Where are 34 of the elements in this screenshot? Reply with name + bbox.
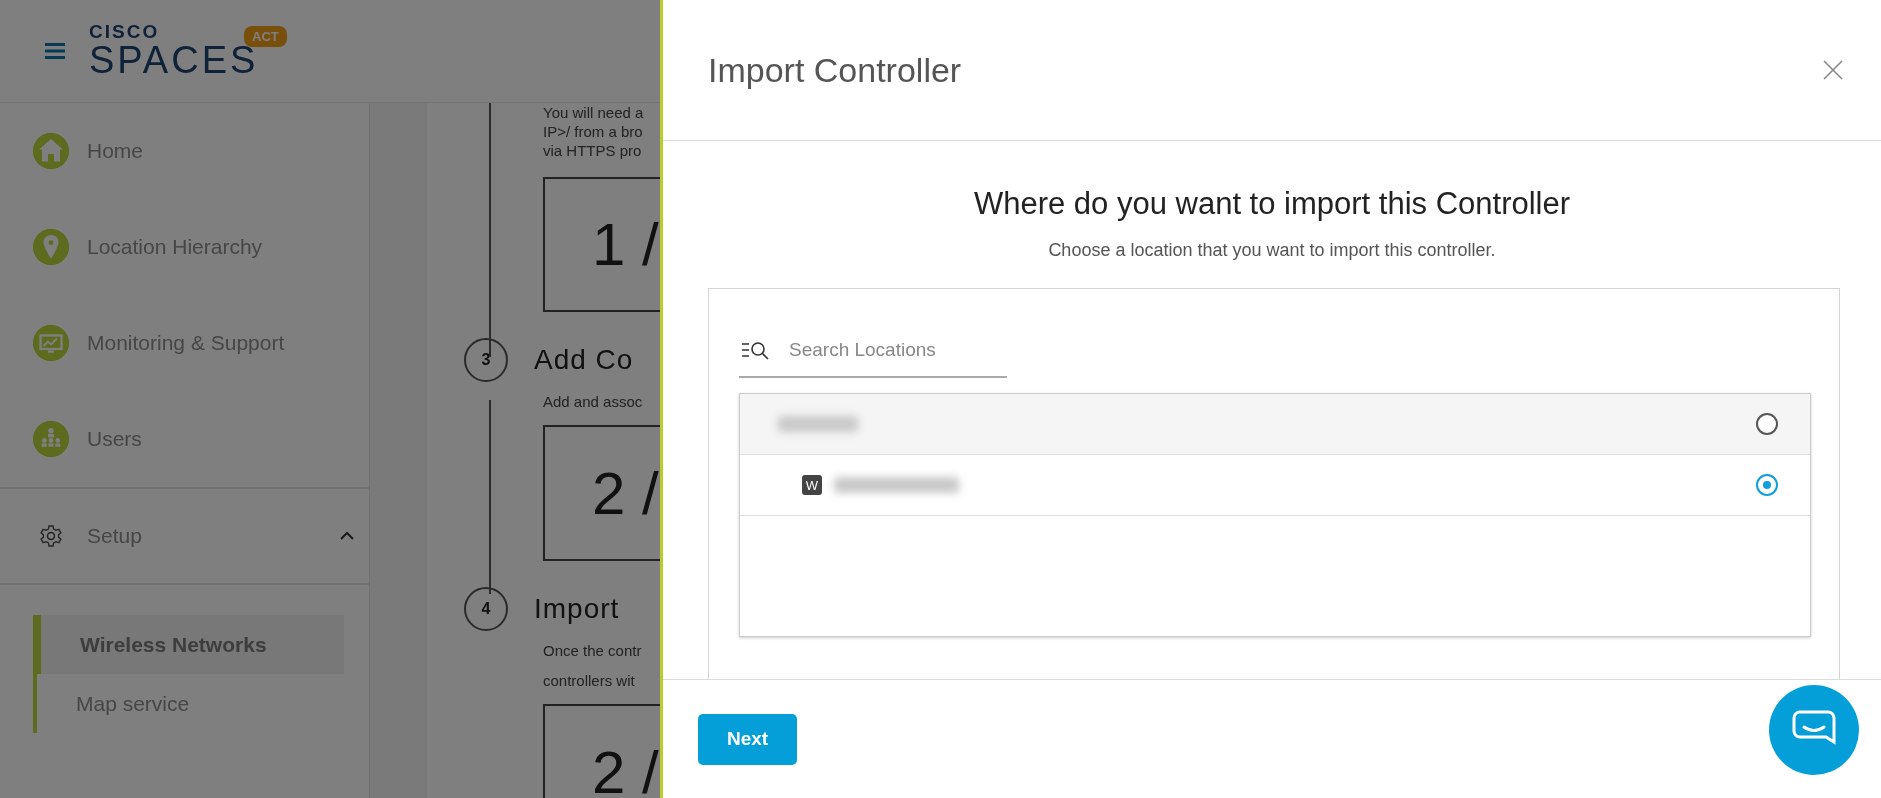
nav-item[interactable]: Location Hierarchy <box>87 235 263 259</box>
close-icon[interactable] <box>1822 59 1844 81</box>
dialog-heading: Where do you want to import this Controller <box>973 186 1571 222</box>
nav-item[interactable]: Monitoring & Support <box>87 331 285 355</box>
nav-item[interactable]: Home <box>87 139 144 163</box>
step-text: controllers wit <box>543 671 636 691</box>
step-text: You will need a <box>543 103 645 122</box>
settings-icon <box>39 524 63 548</box>
nav-subitem[interactable]: Map service <box>33 674 344 733</box>
menu-icon[interactable] <box>45 43 65 59</box>
step-number: 3 <box>464 338 508 382</box>
radio-button[interactable] <box>1756 474 1778 496</box>
step-text: Add and assoc <box>543 392 644 412</box>
chevron-icon[interactable] <box>339 531 355 541</box>
step-text: via HTTPS pro <box>543 141 643 160</box>
step-number: 4 <box>464 587 508 631</box>
nav-section[interactable]: Setup <box>87 524 315 548</box>
step-text: Once the contr <box>543 641 643 661</box>
nav-item[interactable]: Users <box>87 427 142 451</box>
type-badge: W <box>802 475 822 495</box>
monitor-icon <box>33 325 69 361</box>
dialog-subtitle: Choose a location that you want to import this controller. <box>1048 240 1496 261</box>
edition-badge: ACT <box>244 25 287 47</box>
dialog-title: Import Controller <box>708 50 962 90</box>
next-button[interactable]: Next <box>698 713 797 765</box>
search-field[interactable]: Search Locations <box>787 338 991 362</box>
search-icon <box>741 339 771 361</box>
radio-button[interactable] <box>1756 413 1778 435</box>
step-title: Add Co <box>534 344 634 376</box>
users-icon <box>33 421 69 457</box>
step-title: Import <box>534 593 620 625</box>
home-icon <box>33 133 69 169</box>
pin-icon <box>33 229 69 265</box>
step-text: IP>/ from a bro <box>543 122 644 141</box>
